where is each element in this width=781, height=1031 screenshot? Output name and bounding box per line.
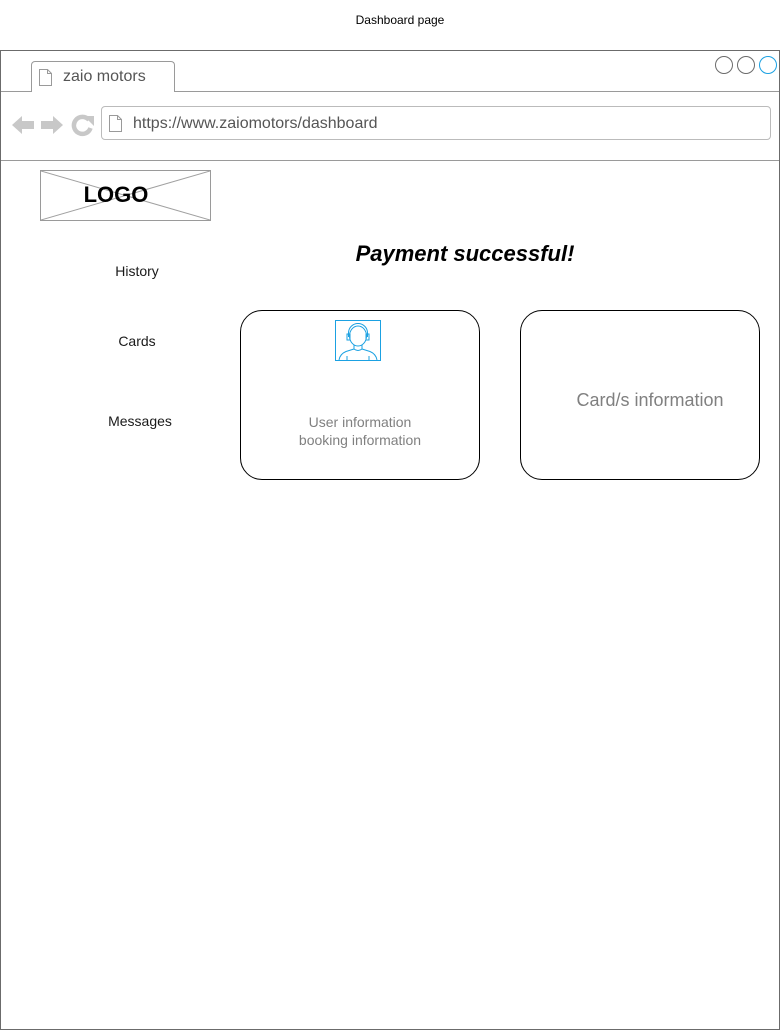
tab-title: zaio motors: [63, 68, 146, 85]
avatar: [335, 320, 381, 361]
forward-arrow-icon[interactable]: [40, 113, 64, 137]
minimize-icon[interactable]: [715, 56, 733, 74]
browser-tab[interactable]: zaio motors: [31, 61, 175, 92]
address-bar-divider: [1, 160, 779, 161]
card-info-label: Card/s information: [576, 390, 724, 410]
sidebar-item-cards[interactable]: Cards: [97, 333, 177, 349]
page-heading: Payment successful!: [355, 241, 575, 266]
sidebar-item-messages[interactable]: Messages: [95, 413, 185, 429]
close-icon[interactable]: [759, 56, 777, 74]
page-icon: [39, 69, 52, 86]
refresh-icon[interactable]: [71, 113, 95, 137]
user-info-card: User information booking information: [240, 310, 480, 480]
address-bar[interactable]: https://www.zaiomotors/dashboard: [101, 106, 771, 140]
booking-information-label: booking information: [298, 432, 422, 448]
url-text: https://www.zaiomotors/dashboard: [133, 115, 378, 132]
logo-placeholder: LOGO: [40, 170, 211, 221]
back-arrow-icon[interactable]: [11, 113, 35, 137]
page-caption: Dashboard page: [355, 13, 445, 27]
user-information-label: User information: [308, 414, 412, 430]
logo-text: LOGO: [83, 182, 149, 207]
sidebar-item-history[interactable]: History: [97, 263, 177, 279]
window-controls: [715, 56, 777, 74]
user-info-text: User information booking information: [241, 413, 479, 449]
maximize-icon[interactable]: [737, 56, 755, 74]
user-avatar-icon: [338, 323, 378, 361]
card-info-card: Card/s information: [520, 310, 760, 480]
page-icon: [109, 115, 122, 132]
